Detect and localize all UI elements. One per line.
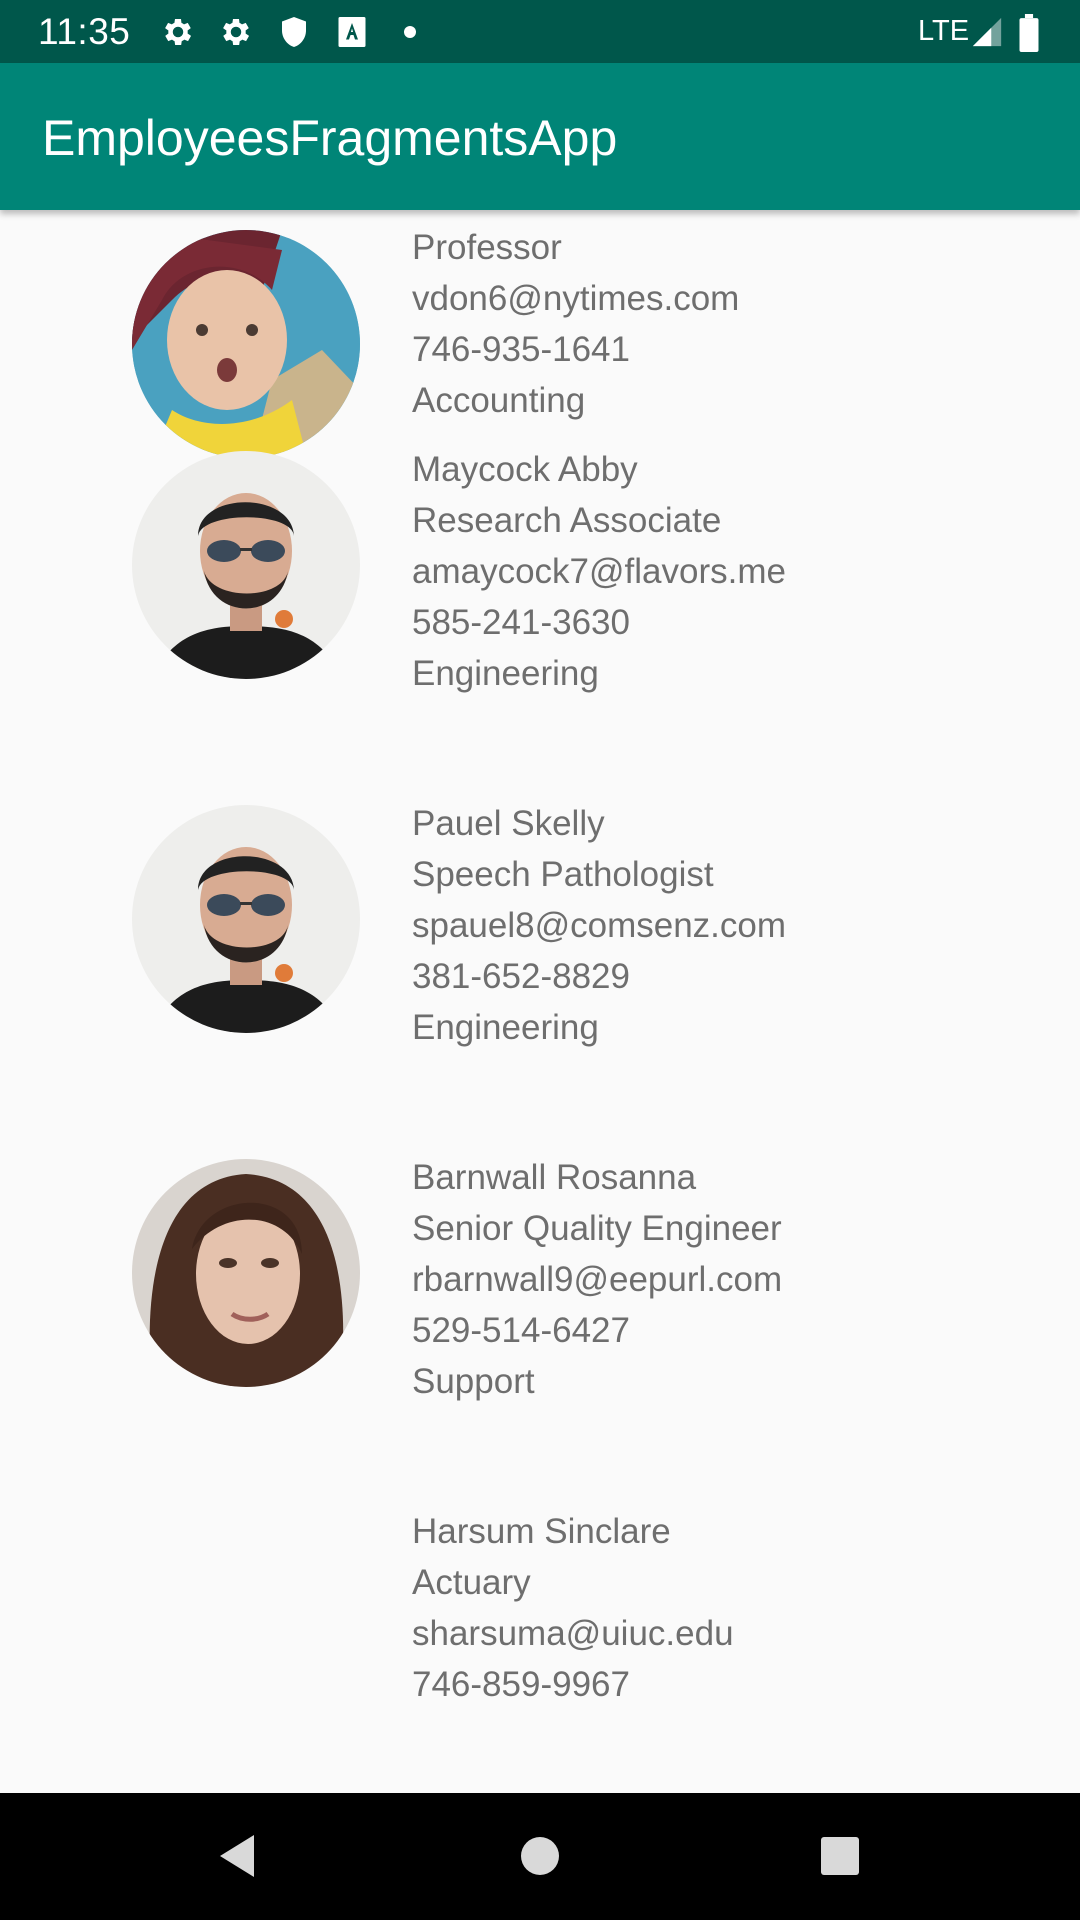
- status-bar: 11:35 LTE: [0, 0, 1080, 63]
- avatar: [132, 1159, 360, 1387]
- employee-info: Barnwall Rosanna Senior Quality Engineer…: [412, 1152, 782, 1407]
- employee-department: Accounting: [412, 381, 586, 420]
- employee-department: Engineering: [412, 1008, 599, 1047]
- employee-phone: 746-859-9967: [412, 1665, 630, 1704]
- employee-department: Support: [412, 1362, 535, 1401]
- employee-email: spauel8@comsenz.com: [412, 906, 787, 945]
- employee-info: Professor vdon6@nytimes.com 746-935-1641…: [412, 222, 739, 426]
- employee-title: Research Associate: [412, 501, 722, 540]
- recents-icon[interactable]: [815, 1831, 865, 1881]
- home-icon[interactable]: [515, 1831, 565, 1881]
- employee-email: vdon6@nytimes.com: [412, 279, 740, 318]
- employee-phone: 585-241-3630: [412, 603, 630, 642]
- avatar: [132, 805, 360, 1033]
- settings-icon: [160, 14, 196, 50]
- list-item[interactable]: Professor vdon6@nytimes.com 746-935-1641…: [0, 210, 1080, 458]
- employee-name: Harsum Sinclare: [412, 1512, 671, 1551]
- employee-phone: 529-514-6427: [412, 1311, 630, 1350]
- employee-email: rbarnwall9@eepurl.com: [412, 1260, 783, 1299]
- list-item[interactable]: Maycock Abby Research Associate amaycock…: [0, 449, 1080, 803]
- employee-title: Professor: [412, 228, 562, 267]
- settings-icon: [218, 14, 254, 50]
- navigation-bar: [0, 1793, 1080, 1920]
- dot-icon: [392, 14, 428, 50]
- list-item[interactable]: Barnwall Rosanna Senior Quality Engineer…: [0, 1157, 1080, 1511]
- employee-name: Maycock Abby: [412, 450, 638, 489]
- employee-info: Maycock Abby Research Associate amaycock…: [412, 444, 786, 699]
- battery-icon: [1016, 14, 1044, 53]
- avatar: [132, 230, 360, 458]
- list-item[interactable]: Harsum Sinclare Actuary sharsuma@uiuc.ed…: [0, 1511, 1080, 1793]
- signal-icon: [970, 14, 1004, 50]
- employee-name: Pauel Skelly: [412, 804, 605, 843]
- employee-email: sharsuma@uiuc.edu: [412, 1614, 734, 1653]
- employee-phone: 381-652-8829: [412, 957, 630, 996]
- employee-title: Actuary: [412, 1563, 531, 1602]
- employee-list[interactable]: Professor vdon6@nytimes.com 746-935-1641…: [0, 210, 1080, 1793]
- employee-email: amaycock7@flavors.me: [412, 552, 786, 591]
- list-item[interactable]: Pauel Skelly Speech Pathologist spauel8@…: [0, 803, 1080, 1157]
- status-time: 11:35: [38, 11, 131, 52]
- shield-icon: [276, 14, 312, 50]
- avatar: [132, 451, 360, 679]
- back-icon[interactable]: [214, 1831, 264, 1881]
- text-a-icon: [334, 14, 370, 50]
- network-type: LTE: [918, 15, 970, 47]
- employee-info: Pauel Skelly Speech Pathologist spauel8@…: [412, 798, 786, 1053]
- employee-name: Barnwall Rosanna: [412, 1158, 697, 1197]
- app-title: EmployeesFragmentsApp: [42, 110, 618, 166]
- employee-title: Senior Quality Engineer: [412, 1209, 782, 1248]
- employee-department: Engineering: [412, 654, 599, 693]
- employee-title: Speech Pathologist: [412, 855, 714, 894]
- employee-info: Harsum Sinclare Actuary sharsuma@uiuc.ed…: [412, 1506, 734, 1710]
- app-bar: EmployeesFragmentsApp: [0, 63, 1080, 210]
- employee-phone: 746-935-1641: [412, 330, 630, 369]
